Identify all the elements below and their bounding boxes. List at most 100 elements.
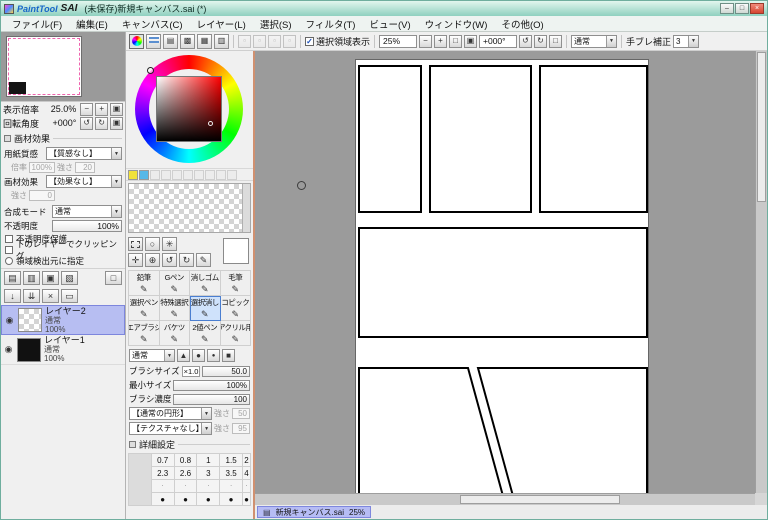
saturation-value-square[interactable]: [156, 76, 222, 142]
color-wheel-panel-button[interactable]: [129, 33, 144, 49]
brush-texture-dropdown[interactable]: 【テクスチャなし】 ▼: [129, 422, 212, 435]
material-effect-dropdown[interactable]: 【効果なし】 ▼: [46, 175, 122, 188]
tool-g-pen[interactable]: Gペン ✎: [159, 271, 190, 296]
preserve-opacity-checkbox[interactable]: [5, 234, 13, 243]
canvas-page[interactable]: [355, 59, 649, 493]
nav-zoom-out-button[interactable]: −: [80, 102, 94, 116]
tool-select-pen[interactable]: 選択ペン ✎: [129, 296, 160, 321]
menu-canvas[interactable]: キャンバス(C): [115, 16, 190, 32]
transfer-down-button[interactable]: ↓: [4, 289, 21, 303]
swatch-empty[interactable]: [227, 169, 237, 180]
size-preset[interactable]: 1.5: [220, 454, 243, 467]
document-tab[interactable]: ▤ 新規キャンバス.sai 25%: [257, 506, 372, 518]
size-preset-dot[interactable]: ●: [151, 493, 175, 506]
menu-file[interactable]: ファイル(F): [5, 16, 69, 32]
swatch-empty[interactable]: [183, 169, 193, 180]
zoom-out-button[interactable]: −: [419, 34, 433, 48]
vertical-scrollbar-thumb[interactable]: [757, 52, 766, 202]
size-preset[interactable]: 3: [197, 467, 221, 480]
size-preset-dot[interactable]: ·: [242, 480, 251, 493]
swatch-yellow[interactable]: [128, 169, 138, 180]
nav-zoom-in-button[interactable]: +: [95, 102, 109, 116]
menu-layer[interactable]: レイヤー(L): [190, 16, 253, 32]
horizontal-scrollbar-thumb[interactable]: [460, 495, 620, 504]
size-preset[interactable]: 4: [242, 467, 251, 480]
new-layer-button[interactable]: ▤: [4, 271, 21, 285]
swatch-empty[interactable]: [161, 169, 171, 180]
selection-source-radio[interactable]: [5, 256, 13, 265]
stabilizer-dropdown[interactable]: 3 ▼: [673, 34, 700, 48]
horizontal-scrollbar[interactable]: [255, 493, 755, 505]
swatches-panel-button[interactable]: ▤: [163, 33, 178, 49]
zoom-reset-button[interactable]: □: [449, 34, 463, 48]
size-preset[interactable]: 1: [197, 454, 221, 467]
layer-visibility-icon[interactable]: ◉: [4, 315, 15, 326]
rotate-view-cw-tool[interactable]: ↻: [179, 253, 194, 267]
swatch-empty[interactable]: [194, 169, 204, 180]
size-preset[interactable]: 0.8: [174, 454, 198, 467]
size-preset-dot[interactable]: ●: [220, 493, 243, 506]
menu-edit[interactable]: 編集(E): [69, 16, 115, 32]
navigator[interactable]: [1, 32, 125, 102]
new-layer-set-button[interactable]: ▥: [23, 271, 40, 285]
selection-display-checkbox[interactable]: ✓: [305, 36, 314, 46]
workspace[interactable]: [255, 51, 755, 493]
blend-mode-dropdown[interactable]: 通常 ▼: [52, 205, 122, 218]
size-preset[interactable]: 3.5: [220, 467, 243, 480]
menu-others[interactable]: その他(O): [494, 16, 550, 32]
swatch-empty[interactable]: [216, 169, 226, 180]
material-section-header[interactable]: 画材効果: [1, 130, 125, 146]
menu-select[interactable]: 選択(S): [253, 16, 299, 32]
brush-tip-soft-circle[interactable]: ●: [207, 349, 220, 362]
tool-eraser[interactable]: 消しゴム ✎: [190, 271, 221, 296]
size-preset[interactable]: 2: [242, 454, 251, 467]
swatch-empty[interactable]: [150, 169, 160, 180]
swatch-empty[interactable]: [205, 169, 215, 180]
menu-window[interactable]: ウィンドウ(W): [418, 16, 495, 32]
slot-panel-button[interactable]: ▥: [214, 33, 229, 49]
swatch-empty[interactable]: [172, 169, 182, 180]
brush-tip-square[interactable]: ■: [222, 349, 235, 362]
size-preset[interactable]: 0.7: [151, 454, 175, 467]
tool-brush[interactable]: 毛筆 ✎: [220, 271, 251, 296]
size-preset[interactable]: 2.6: [174, 467, 198, 480]
nav-rotate-cw-button[interactable]: ↻: [95, 116, 109, 130]
rect-select-tool[interactable]: [128, 237, 143, 251]
eyedropper-tool[interactable]: ✎: [196, 253, 211, 267]
mixer-panel-button[interactable]: ▦: [197, 33, 212, 49]
size-preset[interactable]: 2.3: [151, 467, 175, 480]
rgb-slider-panel-button[interactable]: [146, 33, 161, 49]
close-button[interactable]: ×: [750, 3, 764, 14]
lasso-tool[interactable]: ○: [145, 237, 160, 251]
size-preset-dot[interactable]: ●: [242, 493, 251, 506]
tool-bucket[interactable]: バケツ ✎: [159, 321, 190, 346]
brush-shape-dropdown[interactable]: 【通常の円形】 ▼: [129, 407, 212, 420]
brush-tip-circle[interactable]: ●: [192, 349, 205, 362]
tool-airbrush[interactable]: エアブラシ ✎: [129, 321, 160, 346]
tool-binary-pen[interactable]: 2値ペン ✎: [190, 321, 221, 346]
tool-pencil[interactable]: 鉛筆 ✎: [129, 271, 160, 296]
zoom-field[interactable]: 25%: [379, 34, 418, 48]
rotate-view-tool[interactable]: ↺: [162, 253, 177, 267]
tool-select-eraser[interactable]: 選択消し ✎: [190, 296, 221, 321]
rotate-ccw-button[interactable]: ↺: [519, 34, 533, 48]
size-preset-dot[interactable]: ●: [174, 493, 198, 506]
layer-visibility-icon[interactable]: ◉: [3, 344, 14, 355]
delete-layer-button[interactable]: ▭: [61, 289, 78, 303]
layer-item-2[interactable]: ◉ レイヤー2 通常 100%: [1, 305, 125, 335]
angle-field[interactable]: +000°: [479, 34, 518, 48]
layer-item-1[interactable]: ◉ レイヤー1 通常 100%: [1, 335, 125, 365]
nav-zoom-reset-button[interactable]: ▣: [110, 102, 123, 116]
menu-view[interactable]: ビュー(V): [362, 16, 417, 32]
paper-texture-dropdown[interactable]: 【質感なし】 ▼: [46, 147, 122, 160]
brush-size-multiplier[interactable]: ×1.0: [181, 365, 201, 377]
nav-rotate-reset-button[interactable]: ▣: [110, 116, 123, 130]
clear-layer-button[interactable]: ×: [42, 289, 59, 303]
min-size-slider[interactable]: 100%: [173, 379, 250, 391]
scratchpad-panel-button[interactable]: ▩: [180, 33, 195, 49]
scratchpad[interactable]: [128, 183, 251, 233]
brush-density-slider[interactable]: 100: [173, 393, 250, 405]
rotate-reset-button[interactable]: □: [549, 34, 563, 48]
swatch-blue[interactable]: [139, 169, 149, 180]
preset-scrollbar[interactable]: [129, 454, 152, 506]
